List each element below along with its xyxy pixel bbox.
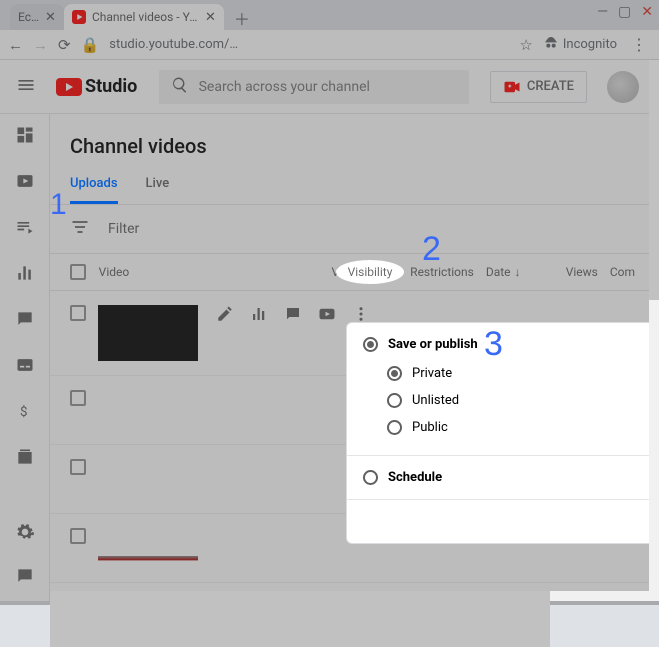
video-thumbnail[interactable]	[98, 305, 198, 361]
tabs: Uploads Live	[50, 166, 655, 205]
window-maximize-icon[interactable]: ▢	[618, 4, 631, 20]
filter-label[interactable]: Filter	[108, 221, 139, 237]
visibility-option-private[interactable]: Private	[363, 360, 659, 387]
search-input[interactable]	[199, 79, 457, 95]
select-all-checkbox[interactable]	[70, 264, 86, 280]
radio-icon[interactable]	[387, 366, 402, 381]
browser-tab[interactable]: Channel videos - YouTube Stu… ✕	[64, 4, 224, 30]
analytics-icon[interactable]	[250, 305, 268, 327]
radio-icon[interactable]	[363, 470, 378, 485]
dashboard-icon[interactable]	[14, 124, 36, 146]
row-checkbox[interactable]	[70, 390, 86, 406]
filter-row: Filter	[50, 205, 655, 254]
browser-tab-title: Channel videos - YouTube Stu…	[92, 10, 199, 24]
back-icon[interactable]: ←	[8, 36, 23, 54]
forward-icon[interactable]: →	[33, 36, 48, 54]
edit-icon[interactable]	[216, 305, 234, 327]
lock-icon: 🔒	[81, 36, 100, 54]
subtitles-icon[interactable]	[14, 354, 36, 376]
avatar[interactable]	[607, 71, 639, 103]
sidebar: $	[0, 114, 50, 601]
row-checkbox[interactable]	[70, 459, 86, 475]
create-icon	[503, 78, 521, 96]
column-date[interactable]: Date ↓	[486, 265, 553, 279]
page-title: Channel videos	[50, 114, 655, 166]
playlists-icon[interactable]	[14, 216, 36, 238]
horizontal-scrollbar[interactable]	[50, 591, 649, 601]
youtube-icon[interactable]	[318, 305, 336, 327]
filter-icon[interactable]	[70, 217, 90, 241]
column-video[interactable]: Video	[99, 265, 320, 279]
visibility-option-unlisted[interactable]: Unlisted	[363, 387, 659, 414]
incognito-label: Incognito	[563, 37, 617, 52]
search-field[interactable]	[159, 70, 469, 104]
panel-save-publish[interactable]: Save or publish	[363, 337, 659, 352]
library-icon[interactable]	[14, 446, 36, 468]
settings-icon[interactable]	[14, 521, 36, 543]
visibility-option-public[interactable]: Public	[363, 414, 659, 441]
url-input[interactable]	[109, 37, 509, 52]
column-visibility[interactable]: Visibility	[332, 265, 399, 279]
create-button[interactable]: CREATE	[490, 71, 587, 103]
reload-icon[interactable]: ⟳	[58, 36, 71, 54]
videos-icon[interactable]	[14, 170, 36, 192]
studio-logo-text: Studio	[85, 76, 137, 97]
column-comments[interactable]: Com	[610, 265, 635, 279]
tab-strip: Ec… ✕ Channel videos - YouTube Stu… ✕ ＋	[0, 0, 659, 30]
sort-down-icon: ↓	[515, 265, 521, 279]
comments-icon[interactable]	[14, 308, 36, 330]
column-views[interactable]: Views	[565, 265, 598, 279]
youtube-icon	[56, 78, 82, 96]
topbar: Studio CREATE	[0, 60, 655, 114]
video-thumbnail[interactable]	[98, 390, 198, 430]
comments-icon[interactable]	[284, 305, 302, 327]
column-restrictions[interactable]: Restrictions	[410, 265, 474, 279]
visibility-panel: Save or publish Private Unlisted Public …	[346, 322, 659, 544]
svg-text:$: $	[20, 405, 28, 420]
create-label: CREATE	[527, 79, 574, 94]
incognito-badge: Incognito	[543, 35, 617, 55]
browser-menu-icon[interactable]: ⋮	[627, 35, 651, 54]
video-thumbnail[interactable]	[98, 528, 198, 568]
window-close-icon[interactable]: ✕	[641, 4, 653, 20]
vertical-scrollbar[interactable]	[649, 60, 659, 601]
video-thumbnail[interactable]	[98, 459, 198, 499]
studio-logo[interactable]: Studio	[56, 76, 137, 97]
close-icon[interactable]: ✕	[45, 10, 56, 25]
youtube-favicon-icon	[72, 10, 86, 24]
row-checkbox[interactable]	[70, 528, 86, 544]
panel-schedule[interactable]: Schedule	[363, 470, 659, 485]
table-header: Video Visibility Restrictions Date ↓ Vie…	[50, 254, 655, 291]
window-minimize-icon[interactable]: —	[597, 4, 608, 20]
browser-tab-title: Ec…	[18, 10, 39, 24]
browser-tab[interactable]: Ec… ✕	[10, 4, 64, 30]
search-icon	[171, 76, 189, 98]
feedback-icon[interactable]	[14, 565, 36, 587]
analytics-icon[interactable]	[14, 262, 36, 284]
menu-icon[interactable]	[16, 75, 36, 99]
radio-icon[interactable]	[387, 420, 402, 435]
browser-chrome: Ec… ✕ Channel videos - YouTube Stu… ✕ ＋ …	[0, 0, 659, 60]
address-bar: ← → ⟳ 🔒 ☆ Incognito ⋮	[0, 30, 659, 60]
tab-live[interactable]: Live	[146, 166, 170, 204]
bookmark-star-icon[interactable]: ☆	[519, 36, 532, 54]
window-controls: — ▢ ✕	[597, 4, 653, 20]
incognito-icon	[543, 35, 559, 55]
tab-uploads[interactable]: Uploads	[70, 166, 118, 204]
monetization-icon[interactable]: $	[14, 400, 36, 422]
row-checkbox[interactable]	[70, 305, 86, 321]
radio-icon[interactable]	[363, 337, 378, 352]
new-tab-button[interactable]: ＋	[230, 6, 254, 30]
radio-icon[interactable]	[387, 393, 402, 408]
close-icon[interactable]: ✕	[205, 10, 216, 25]
